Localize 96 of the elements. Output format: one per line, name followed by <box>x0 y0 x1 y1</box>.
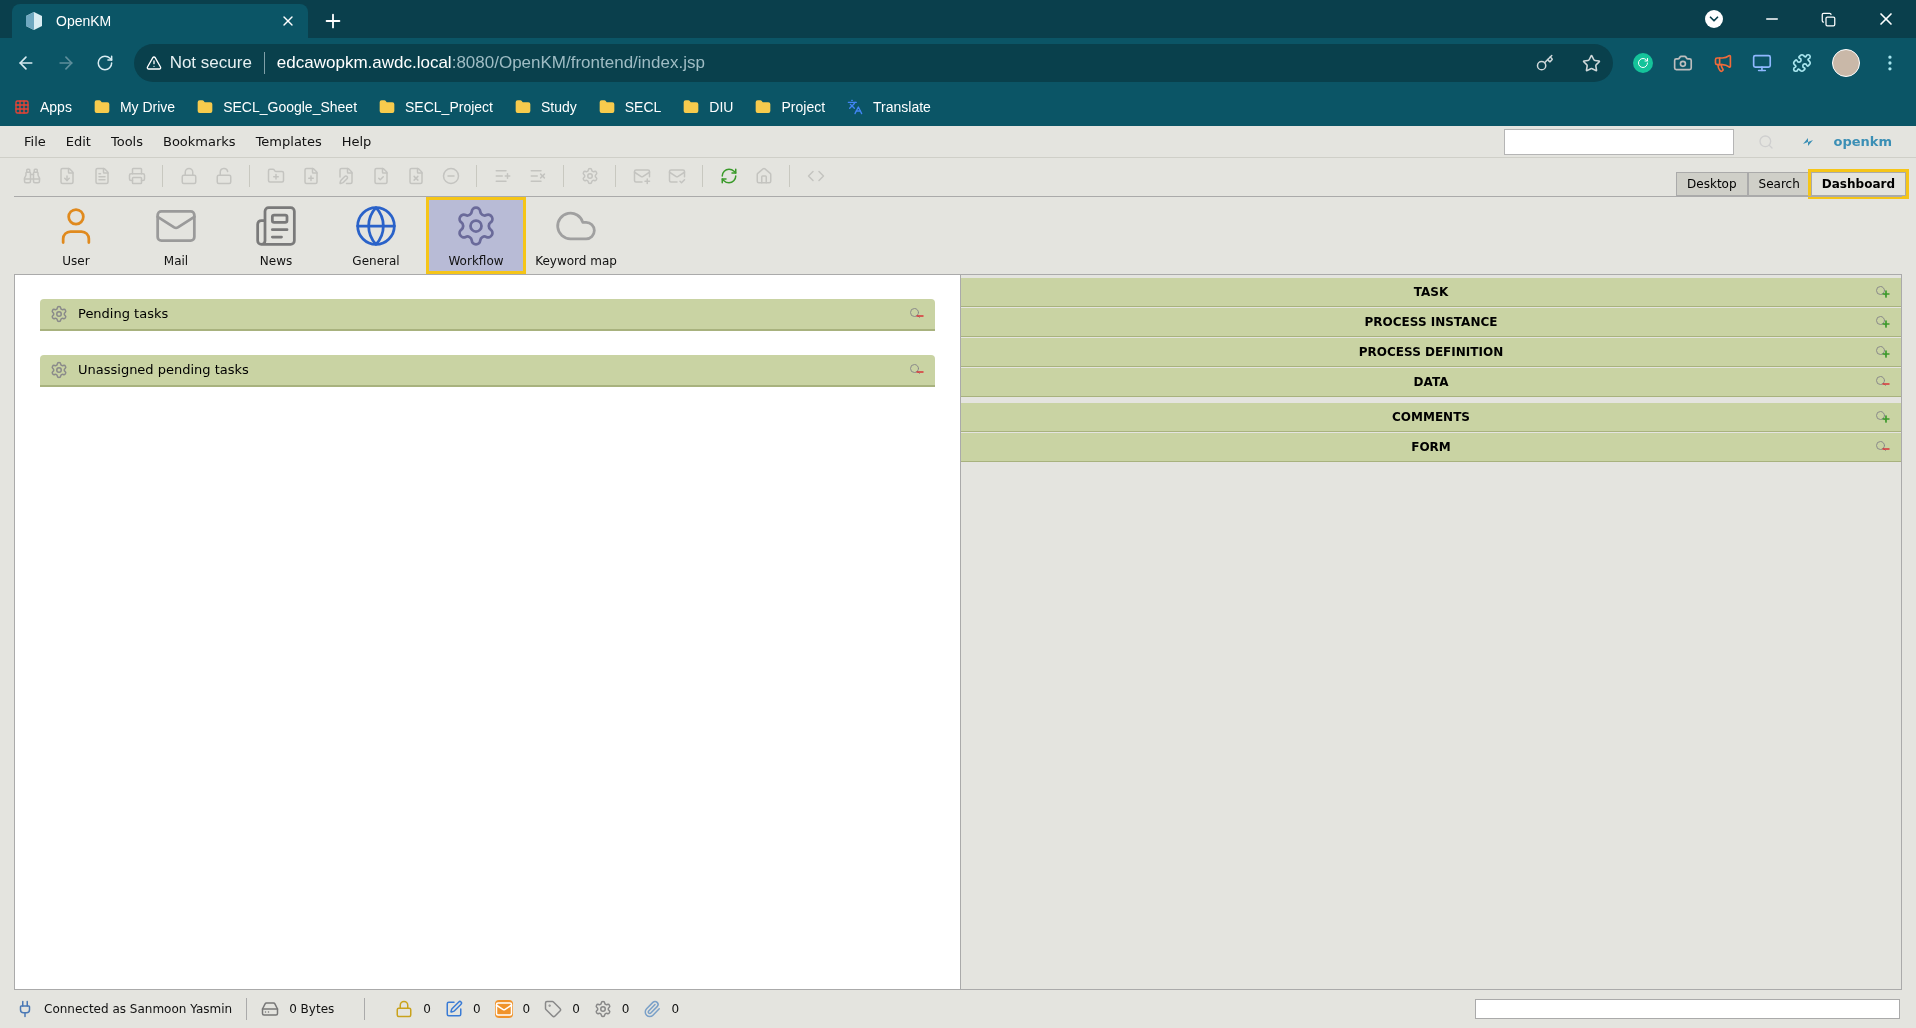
panel-header[interactable]: PROCESS DEFINITION <box>961 338 1901 367</box>
collapse-icon[interactable] <box>909 307 925 321</box>
tab-title: OpenKM <box>56 11 113 31</box>
panel-header[interactable]: Pending tasks <box>40 299 935 331</box>
panel-title: PROCESS INSTANCE <box>1363 314 1499 331</box>
storage-size: 0 Bytes <box>289 1001 335 1018</box>
news-icon <box>254 204 298 248</box>
view-tab[interactable]: Dashboard <box>1810 172 1906 196</box>
app-logo-icon <box>24 11 44 31</box>
search-field[interactable] <box>1503 128 1734 155</box>
url-text: edcawopkm.awdc.local:8080/OpenKM/frontend/index.jsp <box>276 52 705 75</box>
folder-icon <box>683 99 700 115</box>
menu-item[interactable]: Templates <box>255 131 322 152</box>
panel-title: PROCESS DEFINITION <box>1357 344 1505 361</box>
menu-item[interactable]: Bookmarks <box>163 131 236 152</box>
menu-item[interactable]: Edit <box>65 131 91 152</box>
extension-icon[interactable] <box>1632 53 1653 73</box>
status-count: 0 <box>671 1001 680 1018</box>
bookmark[interactable]: DIU <box>683 96 734 118</box>
panel-title: COMMENTS <box>1391 409 1471 426</box>
panel-title: TASK <box>1412 284 1450 301</box>
folder-icon <box>197 99 214 115</box>
logo-text: openkm <box>1833 132 1892 151</box>
apps-icon <box>14 99 30 115</box>
avatar[interactable] <box>1832 49 1861 77</box>
panel-header[interactable]: TASK <box>961 278 1901 307</box>
gear-icon <box>50 305 68 323</box>
extensions-icon[interactable] <box>1792 53 1813 73</box>
folder-icon <box>514 99 531 115</box>
browser-tab[interactable]: OpenKM <box>12 4 308 38</box>
section-tab[interactable]: User <box>26 197 126 274</box>
expand-icon[interactable] <box>1875 345 1891 359</box>
panel-header[interactable]: Unassigned pending tasks <box>40 355 935 387</box>
panel-title: Pending tasks <box>78 305 170 324</box>
general-icon <box>354 204 398 248</box>
menu-item[interactable]: Help <box>341 131 372 152</box>
status-icon <box>494 1000 513 1018</box>
section-tab[interactable]: General <box>326 197 426 274</box>
camera-icon[interactable] <box>1672 53 1693 73</box>
status-icon <box>593 1000 612 1018</box>
status-icon <box>395 1000 414 1018</box>
collapse-icon[interactable] <box>1875 440 1891 454</box>
status-icon <box>544 1000 563 1018</box>
folder-icon <box>93 99 110 115</box>
address-bar[interactable]: Not secure edcawopkm.awdc.local:8080/OpenKM/frontend/index.jsp <box>133 44 1613 82</box>
reload-icon[interactable] <box>95 54 114 72</box>
view-tab[interactable]: Search <box>1747 172 1811 196</box>
panel-header[interactable]: COMMENTS <box>961 403 1901 432</box>
folder-icon <box>598 99 615 115</box>
toolbar-icon[interactable] <box>719 167 738 185</box>
key-icon[interactable] <box>1535 54 1554 72</box>
warning-icon <box>145 55 162 71</box>
bookmark[interactable]: Study <box>514 96 577 118</box>
bookmark[interactable]: SECL <box>598 96 662 118</box>
bookmark[interactable]: SECL_Google_Sheet <box>197 96 358 118</box>
panel-header[interactable]: PROCESS INSTANCE <box>961 308 1901 337</box>
panel-header[interactable]: DATA <box>961 368 1901 397</box>
status-count: 0 <box>572 1001 580 1018</box>
bookmark-star-icon[interactable] <box>1581 53 1601 73</box>
expand-icon[interactable] <box>1875 285 1891 299</box>
panel-title: DATA <box>1412 374 1450 391</box>
view-tab[interactable]: Desktop <box>1676 172 1748 196</box>
restore-icon[interactable] <box>1821 11 1836 27</box>
bookmark[interactable]: Project <box>755 96 826 118</box>
tab-search-icon[interactable] <box>1705 10 1723 28</box>
menu-item[interactable]: Tools <box>110 131 143 152</box>
security-label: Not secure <box>169 52 252 75</box>
folder-icon <box>379 99 396 115</box>
status-count: 0 <box>472 1001 481 1018</box>
screen-icon[interactable] <box>1752 53 1773 73</box>
section-tab[interactable]: News <box>226 197 326 274</box>
expand-icon[interactable] <box>1875 410 1891 424</box>
folder-icon <box>755 99 772 115</box>
status-icon <box>643 1000 662 1018</box>
connection-status: Connected as Sanmoon Yasmin <box>44 1001 233 1018</box>
collapse-icon[interactable] <box>909 363 925 377</box>
section-tab[interactable]: Mail <box>126 197 226 274</box>
expand-icon[interactable] <box>1875 315 1891 329</box>
gear-icon <box>50 361 68 379</box>
status-count: 0 <box>522 1001 531 1018</box>
bookmark[interactable]: Translate <box>847 96 931 118</box>
collapse-icon[interactable] <box>1875 375 1891 389</box>
status-count: 0 <box>423 1001 431 1018</box>
panel-title: FORM <box>1410 439 1452 456</box>
bookmark[interactable]: SECL_Project <box>379 96 493 118</box>
bookmark[interactable]: Apps <box>14 96 72 118</box>
menu-item[interactable]: File <box>24 131 46 152</box>
panel-title: Unassigned pending tasks <box>78 361 250 380</box>
translate-icon <box>847 99 864 115</box>
section-tab[interactable]: Keyword map <box>526 197 626 274</box>
status-icon <box>444 1000 463 1018</box>
megaphone-icon[interactable] <box>1712 53 1733 73</box>
section-tab[interactable]: Workflow <box>426 197 526 274</box>
status-count: 0 <box>621 1001 630 1018</box>
panel-header[interactable]: FORM <box>961 433 1901 462</box>
bookmark[interactable]: My Drive <box>93 96 176 118</box>
